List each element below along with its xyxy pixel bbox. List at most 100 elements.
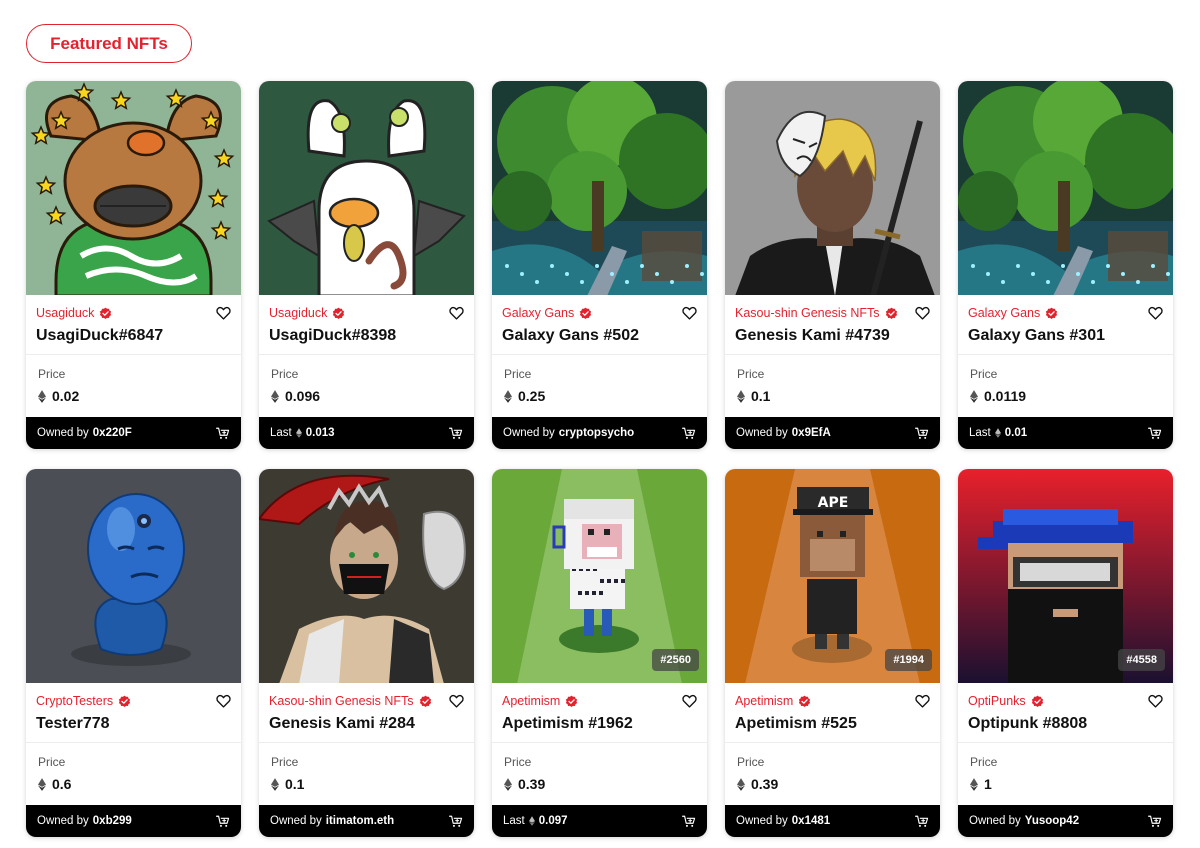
nft-card-5[interactable]: Galaxy Gans Galaxy Gans #301 Price 0.011… bbox=[958, 81, 1173, 449]
collection-name[interactable]: OptiPunks bbox=[968, 694, 1026, 708]
card-footer: Owned by 0x9EfA bbox=[725, 417, 940, 449]
nft-card-6[interactable]: CryptoTesters Tester778 Price 0.6 Owned … bbox=[26, 469, 241, 837]
featured-nfts-button[interactable]: Featured NFTs bbox=[26, 24, 192, 63]
nft-card-4[interactable]: Kasou-shin Genesis NFTs Genesis Kami #47… bbox=[725, 81, 940, 449]
collection-name[interactable]: Galaxy Gans bbox=[502, 306, 574, 320]
collection-name[interactable]: Usagiduck bbox=[36, 306, 94, 320]
nft-artwork[interactable] bbox=[26, 81, 241, 296]
nft-card-1[interactable]: Usagiduck UsagiDuck#6847 Price 0.02 Owne… bbox=[26, 81, 241, 449]
owner-link[interactable]: cryptopsycho bbox=[559, 427, 634, 439]
add-to-cart-icon[interactable] bbox=[915, 427, 929, 440]
nft-artwork[interactable]: #4558 bbox=[958, 469, 1173, 684]
collection-name[interactable]: Usagiduck bbox=[269, 306, 327, 320]
nft-name[interactable]: Genesis Kami #4739 bbox=[735, 327, 930, 345]
price-label: Price bbox=[271, 367, 299, 382]
nft-card-8[interactable]: #2560 Apetimism Apetimism #1962 Price 0.… bbox=[492, 469, 707, 837]
collection-link[interactable]: Galaxy Gans bbox=[968, 306, 1163, 320]
nft-artwork[interactable]: #2560 bbox=[492, 469, 707, 684]
price-value: 0.1 bbox=[751, 388, 771, 405]
price-block: Price 0.0119 bbox=[958, 355, 1173, 417]
heart-icon[interactable] bbox=[682, 306, 697, 320]
nft-name[interactable]: Tester778 bbox=[36, 715, 231, 733]
price-value: 0.39 bbox=[751, 776, 779, 793]
heart-icon[interactable] bbox=[216, 694, 231, 708]
footer-label: Owned by bbox=[736, 815, 788, 828]
nft-artwork[interactable] bbox=[492, 81, 707, 296]
heart-icon[interactable] bbox=[1148, 694, 1163, 708]
heart-icon[interactable] bbox=[915, 694, 930, 708]
add-to-cart-icon[interactable] bbox=[449, 815, 463, 828]
add-to-cart-icon[interactable] bbox=[449, 427, 463, 440]
collection-link[interactable]: Usagiduck bbox=[36, 306, 231, 320]
price-label: Price bbox=[970, 755, 998, 770]
nft-card-9[interactable]: APE #1994 Apetimism Apetimism #525 Price bbox=[725, 469, 940, 837]
add-to-cart-icon[interactable] bbox=[1148, 427, 1162, 440]
collection-name[interactable]: Apetimism bbox=[735, 694, 793, 708]
add-to-cart-icon[interactable] bbox=[216, 815, 230, 828]
owner-link[interactable]: itimatom.eth bbox=[326, 815, 394, 827]
collection-link[interactable]: Apetimism bbox=[735, 694, 930, 708]
heart-icon[interactable] bbox=[449, 306, 464, 320]
owner-link[interactable]: 0xb299 bbox=[93, 815, 132, 827]
footer-label: Last bbox=[270, 427, 292, 440]
add-to-cart-icon[interactable] bbox=[682, 815, 696, 828]
nft-card-2[interactable]: Usagiduck UsagiDuck#8398 Price 0.096 Las… bbox=[259, 81, 474, 449]
verified-badge-icon bbox=[566, 695, 578, 707]
collection-name[interactable]: CryptoTesters bbox=[36, 694, 113, 708]
ethereum-icon bbox=[970, 777, 978, 791]
owner-link[interactable]: 0x220F bbox=[93, 427, 132, 439]
ethereum-icon bbox=[504, 389, 512, 403]
collection-link[interactable]: Apetimism bbox=[502, 694, 697, 708]
nft-name[interactable]: UsagiDuck#6847 bbox=[36, 327, 231, 345]
collection-link[interactable]: Kasou-shin Genesis NFTs bbox=[735, 306, 930, 320]
collection-link[interactable]: OptiPunks bbox=[968, 694, 1163, 708]
nft-name[interactable]: Genesis Kami #284 bbox=[269, 715, 464, 733]
nft-name[interactable]: Galaxy Gans #502 bbox=[502, 327, 697, 345]
verified-badge-icon bbox=[119, 695, 131, 707]
nft-card-3[interactable]: Galaxy Gans Galaxy Gans #502 Price 0.25 bbox=[492, 81, 707, 449]
nft-artwork[interactable] bbox=[259, 469, 474, 684]
nft-card-10[interactable]: #4558 OptiPunks Optipunk #8808 Price 1 O… bbox=[958, 469, 1173, 837]
add-to-cart-icon[interactable] bbox=[915, 815, 929, 828]
collection-link[interactable]: CryptoTesters bbox=[36, 694, 231, 708]
nft-artwork[interactable]: APE #1994 bbox=[725, 469, 940, 684]
heart-icon[interactable] bbox=[915, 306, 930, 320]
verified-badge-icon bbox=[580, 307, 592, 319]
nft-artwork[interactable] bbox=[725, 81, 940, 296]
collection-name[interactable]: Kasou-shin Genesis NFTs bbox=[735, 306, 880, 320]
last-sale-value: 0.013 bbox=[305, 427, 335, 440]
footer-label: Owned by bbox=[270, 815, 322, 828]
owner-link[interactable]: Yusoop42 bbox=[1025, 815, 1079, 827]
collection-link[interactable]: Galaxy Gans bbox=[502, 306, 697, 320]
heart-icon[interactable] bbox=[216, 306, 231, 320]
nft-card-7[interactable]: Kasou-shin Genesis NFTs Genesis Kami #28… bbox=[259, 469, 474, 837]
owner-link[interactable]: 0x9EfA bbox=[792, 427, 831, 439]
nft-name[interactable]: Apetimism #1962 bbox=[502, 715, 697, 733]
nft-artwork[interactable] bbox=[259, 81, 474, 296]
price-block: Price 0.096 bbox=[259, 355, 474, 417]
price-label: Price bbox=[504, 755, 532, 770]
add-to-cart-icon[interactable] bbox=[1148, 815, 1162, 828]
heart-icon[interactable] bbox=[682, 694, 697, 708]
heart-icon[interactable] bbox=[1148, 306, 1163, 320]
card-footer: Owned by Yusoop42 bbox=[958, 805, 1173, 837]
collection-name[interactable]: Apetimism bbox=[502, 694, 560, 708]
ethereum-icon bbox=[737, 389, 745, 403]
heart-icon[interactable] bbox=[449, 694, 464, 708]
collection-link[interactable]: Usagiduck bbox=[269, 306, 464, 320]
footer-label: Last bbox=[969, 427, 991, 440]
add-to-cart-icon[interactable] bbox=[682, 427, 696, 440]
masked-samurai-artwork bbox=[725, 81, 940, 296]
collection-name[interactable]: Galaxy Gans bbox=[968, 306, 1040, 320]
nft-name[interactable]: Optipunk #8808 bbox=[968, 715, 1163, 733]
owner-link[interactable]: 0x1481 bbox=[792, 815, 830, 827]
nft-grid: Usagiduck UsagiDuck#6847 Price 0.02 Owne… bbox=[26, 81, 1173, 837]
nft-artwork[interactable] bbox=[958, 81, 1173, 296]
nft-name[interactable]: Galaxy Gans #301 bbox=[968, 327, 1163, 345]
nft-name[interactable]: Apetimism #525 bbox=[735, 715, 930, 733]
nft-name[interactable]: UsagiDuck#8398 bbox=[269, 327, 464, 345]
collection-name[interactable]: Kasou-shin Genesis NFTs bbox=[269, 694, 414, 708]
add-to-cart-icon[interactable] bbox=[216, 427, 230, 440]
nft-artwork[interactable] bbox=[26, 469, 241, 684]
collection-link[interactable]: Kasou-shin Genesis NFTs bbox=[269, 694, 464, 708]
